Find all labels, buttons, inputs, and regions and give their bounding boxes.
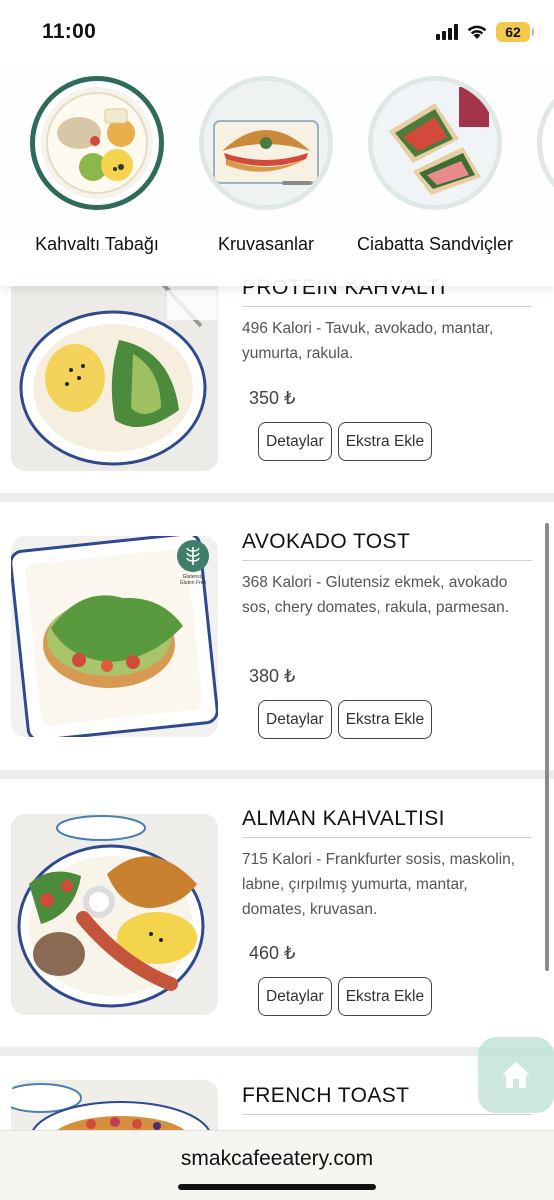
menu-card[interactable]: FRENCH TOAST [0, 1056, 554, 1136]
gluten-free-badge: Glutensiz Gluten Free [175, 540, 211, 586]
german-breakfast-image [11, 814, 218, 1015]
category-next-partial[interactable] [519, 76, 554, 210]
browser-url-bar[interactable]: smakcafeeatery.com [0, 1130, 554, 1200]
item-price: 380 ₺ [249, 666, 296, 686]
home-button[interactable] [478, 1037, 554, 1113]
details-button[interactable]: Detaylar [258, 977, 332, 1016]
add-extra-button[interactable]: Ekstra Ekle [337, 422, 433, 461]
french-toast-image [11, 1080, 218, 1136]
item-price: 460 ₺ [249, 943, 296, 963]
item-description: 715 Kalori - Frankfurter sosis, maskolin… [242, 851, 516, 918]
category-kruvasanlar[interactable]: Kruvasanlar [181, 76, 351, 257]
croissant-image [204, 81, 328, 205]
protein-breakfast-image [11, 270, 218, 471]
category-kahvalti-tabagi[interactable]: Kahvaltı Tabağı [12, 76, 182, 257]
item-description: 368 Kalori - Glutensiz ekmek, avokado so… [242, 574, 510, 616]
status-icons: 62 [436, 22, 534, 42]
category-label: Ciabatta Sandviçler [356, 234, 514, 254]
avokado-tost-photo[interactable]: Glutensiz Gluten Free [11, 536, 218, 737]
category-image[interactable] [199, 76, 333, 210]
item-title: AVOKADO TOST [242, 530, 532, 561]
item-price: 350 ₺ [249, 388, 296, 408]
item-actions: Detaylar Ekstra Ekle [258, 422, 433, 461]
item-actions: Detaylar Ekstra Ekle [258, 700, 433, 739]
category-label: Kahvaltı Tabağı [35, 234, 159, 254]
url-text[interactable]: smakcafeeatery.com [0, 1147, 554, 1171]
category-image[interactable] [30, 76, 164, 210]
wheat-icon [177, 540, 209, 572]
sandwich-image [373, 81, 497, 205]
signal-icon [436, 24, 458, 40]
details-button[interactable]: Detaylar [258, 700, 332, 739]
status-bar: 11:00 62 [0, 0, 554, 64]
protein-kahvalti-photo[interactable] [11, 270, 218, 471]
item-title: ALMAN KAHVALTISI [242, 807, 532, 838]
category-bar[interactable]: Kahvaltı Tabağı Kruvasanlar Ciabatta San… [0, 64, 554, 286]
wifi-icon [467, 25, 487, 39]
home-indicator [178, 1184, 376, 1190]
add-extra-button[interactable]: Ekstra Ekle [337, 700, 433, 739]
scrollbar[interactable] [545, 523, 549, 971]
menu-card[interactable]: Glutensiz Gluten Free AVOKADO TOST 368 K… [0, 502, 554, 770]
details-button[interactable]: Detaylar [258, 422, 332, 461]
category-label: Kruvasanlar [217, 234, 315, 254]
alman-kahvaltisi-photo[interactable] [11, 814, 218, 1015]
add-extra-button[interactable]: Ekstra Ekle [337, 977, 433, 1016]
category-image[interactable] [368, 76, 502, 210]
badge-text-2: Gluten Free [179, 580, 207, 586]
home-icon [502, 1062, 530, 1088]
item-actions: Detaylar Ekstra Ekle [258, 977, 433, 1016]
breakfast-plate-image [41, 87, 153, 199]
french-toast-photo[interactable] [11, 1080, 218, 1136]
category-ciabatta-sandvicler[interactable]: Ciabatta Sandviçler [350, 76, 520, 257]
battery-icon: 62 [496, 22, 534, 42]
item-description: 496 Kalori - Tavuk, avokado, mantar, yum… [242, 320, 494, 362]
status-time: 11:00 [42, 20, 97, 43]
category-image[interactable] [537, 76, 554, 210]
menu-card[interactable]: ALMAN KAHVALTISI 715 Kalori - Frankfurte… [0, 779, 554, 1047]
